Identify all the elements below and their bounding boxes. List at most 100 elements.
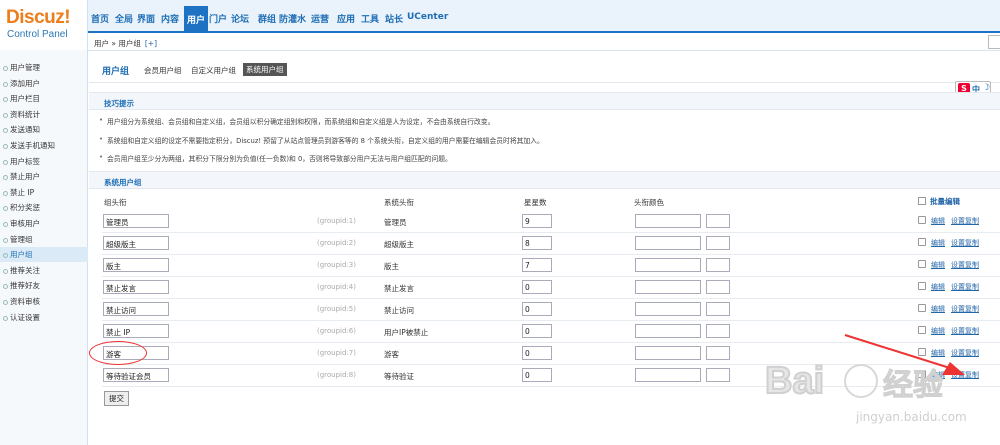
row-checkbox[interactable] (918, 282, 926, 290)
sidebar-item-9[interactable]: 积分奖惩 (0, 200, 88, 215)
nav-tab-3[interactable]: 内容 (161, 12, 179, 28)
admin-page: Discuz! Control Panel 首页 全局 界面 内容 用户 门户 论坛 群组 防灌… (0, 0, 1000, 445)
bulk-edit-link[interactable]: 批量编辑 (930, 196, 960, 207)
system-title: 用户IP被禁止 (384, 328, 429, 337)
copy-settings-link[interactable]: 设置复制 (951, 260, 979, 270)
group-id: (groupid:6) (317, 327, 356, 335)
row-checkbox[interactable] (918, 304, 926, 312)
submit-button[interactable]: 提交 (104, 391, 129, 406)
group-title-input[interactable]: 禁止访问 (103, 302, 169, 316)
edit-link[interactable]: 编辑 (931, 260, 945, 270)
color-picker-swatch[interactable] (706, 236, 730, 250)
nav-tab-8[interactable]: 防灌水 (279, 12, 306, 28)
nav-tab-11[interactable]: 工具 (361, 12, 379, 28)
copy-settings-link[interactable]: 设置复制 (951, 304, 979, 314)
sidebar-item-13[interactable]: 推荐关注 (0, 263, 88, 278)
row-checkbox[interactable] (918, 260, 926, 268)
tab-custom-groups[interactable]: 自定义用户组 (191, 65, 236, 76)
row-checkbox[interactable] (918, 216, 926, 224)
sidebar-item-8[interactable]: 禁止 IP (0, 185, 88, 200)
nav-tab-6[interactable]: 论坛 (231, 12, 249, 28)
logo[interactable]: Discuz! Control Panel (0, 0, 88, 50)
svg-text:Bai: Bai (765, 360, 824, 402)
system-title: 版主 (384, 262, 399, 271)
stars-input[interactable]: 0 (522, 324, 552, 338)
title-color-input[interactable] (635, 258, 701, 272)
title-color-input[interactable] (635, 346, 701, 360)
svg-text:jingyan.baidu.com: jingyan.baidu.com (855, 410, 967, 424)
sidebar-item-16[interactable]: 认证设置 (0, 310, 88, 325)
nav-tab-2[interactable]: 界面 (137, 12, 155, 28)
stars-input[interactable]: 0 (522, 368, 552, 382)
title-color-input[interactable] (635, 214, 701, 228)
tab-system-groups[interactable]: 系统用户组 (243, 63, 287, 76)
nav-tab-12[interactable]: 站长 (385, 12, 403, 28)
sidebar-item-3[interactable]: 资料统计 (0, 107, 88, 122)
system-groups-header: 系统用户组 (89, 171, 1000, 189)
sidebar-item-4[interactable]: 发送通知 (0, 122, 88, 137)
sidebar-item-12[interactable]: 用户组 (0, 247, 88, 263)
stars-input[interactable]: 0 (522, 302, 552, 316)
color-picker-swatch[interactable] (706, 346, 730, 360)
copy-settings-link[interactable]: 设置复制 (951, 238, 979, 248)
nav-tab-9[interactable]: 运营 (311, 12, 329, 28)
nav-tab-7[interactable]: 群组 (258, 12, 276, 28)
sidebar-item-2[interactable]: 用户栏目 (0, 91, 88, 106)
sidebar-item-0[interactable]: 用户管理 (0, 60, 88, 75)
system-title: 超级版主 (384, 240, 414, 249)
title-color-input[interactable] (635, 368, 701, 382)
edit-link[interactable]: 编辑 (931, 304, 945, 314)
tab-member-groups[interactable]: 会员用户组 (144, 65, 182, 76)
stars-input[interactable]: 8 (522, 236, 552, 250)
table-row: 管理员 (groupid:1) 管理员 9 编辑 设置复制 (102, 211, 1000, 233)
group-title-input[interactable]: 管理员 (103, 214, 169, 228)
sidebar-item-5[interactable]: 发送手机通知 (0, 138, 88, 153)
color-picker-swatch[interactable] (706, 214, 730, 228)
nav-tab-5[interactable]: 门户 (209, 12, 227, 28)
nav-tab-10[interactable]: 应用 (337, 12, 355, 28)
nav-tab-0[interactable]: 首页 (91, 12, 109, 28)
title-color-input[interactable] (635, 236, 701, 250)
color-picker-swatch[interactable] (706, 302, 730, 316)
color-picker-swatch[interactable] (706, 324, 730, 338)
title-color-input[interactable] (635, 280, 701, 294)
nav-tab-1[interactable]: 全局 (115, 12, 133, 28)
breadcrumb-text: 用户 » 用户组 (94, 39, 141, 48)
add-shortcut-link[interactable]: [+] (145, 39, 157, 48)
main-content: 用户组 会员用户组 自定义用户组 系统用户组 S 中 ☽ 技巧提示 用户组分为系… (89, 51, 1000, 445)
group-title-input[interactable]: 超级版主 (103, 236, 169, 250)
sidebar-item-10[interactable]: 审核用户 (0, 216, 88, 231)
edit-link[interactable]: 编辑 (931, 216, 945, 226)
stars-input[interactable]: 9 (522, 214, 552, 228)
sidebar-item-11[interactable]: 管理组 (0, 232, 88, 247)
row-checkbox[interactable] (918, 238, 926, 246)
bulk-edit-checkbox[interactable] (918, 197, 926, 205)
table-row: 禁止访问 (groupid:5) 禁止访问 0 编辑 设置复制 (102, 299, 1000, 321)
group-id: (groupid:8) (317, 371, 356, 379)
color-picker-swatch[interactable] (706, 280, 730, 294)
nav-tab-4[interactable]: 用户 (184, 6, 209, 33)
stars-input[interactable]: 0 (522, 280, 552, 294)
edit-link[interactable]: 编辑 (931, 238, 945, 248)
sidebar-item-14[interactable]: 推荐好友 (0, 278, 88, 293)
edit-link[interactable]: 编辑 (931, 282, 945, 292)
group-title-input[interactable]: 版主 (103, 258, 169, 272)
nav-tab-13[interactable]: UCenter (407, 12, 448, 28)
color-picker-swatch[interactable] (706, 258, 730, 272)
copy-settings-link[interactable]: 设置复制 (951, 282, 979, 292)
stars-input[interactable]: 7 (522, 258, 552, 272)
group-title-input[interactable]: 禁止 IP (103, 324, 169, 338)
stars-input[interactable]: 0 (522, 346, 552, 360)
sidebar-item-7[interactable]: 禁止用户 (0, 169, 88, 184)
sidebar-item-1[interactable]: 添加用户 (0, 76, 88, 91)
color-picker-swatch[interactable] (706, 368, 730, 382)
title-color-input[interactable] (635, 324, 701, 338)
frame-toggle-box[interactable] (988, 35, 1000, 49)
copy-settings-link[interactable]: 设置复制 (951, 216, 979, 226)
group-title-input[interactable]: 禁止发言 (103, 280, 169, 294)
title-color-input[interactable] (635, 302, 701, 316)
sidebar-item-15[interactable]: 资料审核 (0, 294, 88, 309)
tip-text: 用户组分为系统组、会员组和自定义组，会员组以积分确定组别和权限，而系统组和自定义… (99, 116, 494, 126)
group-title-input[interactable]: 等待验证会员 (103, 368, 169, 382)
sidebar-item-6[interactable]: 用户标签 (0, 154, 88, 169)
